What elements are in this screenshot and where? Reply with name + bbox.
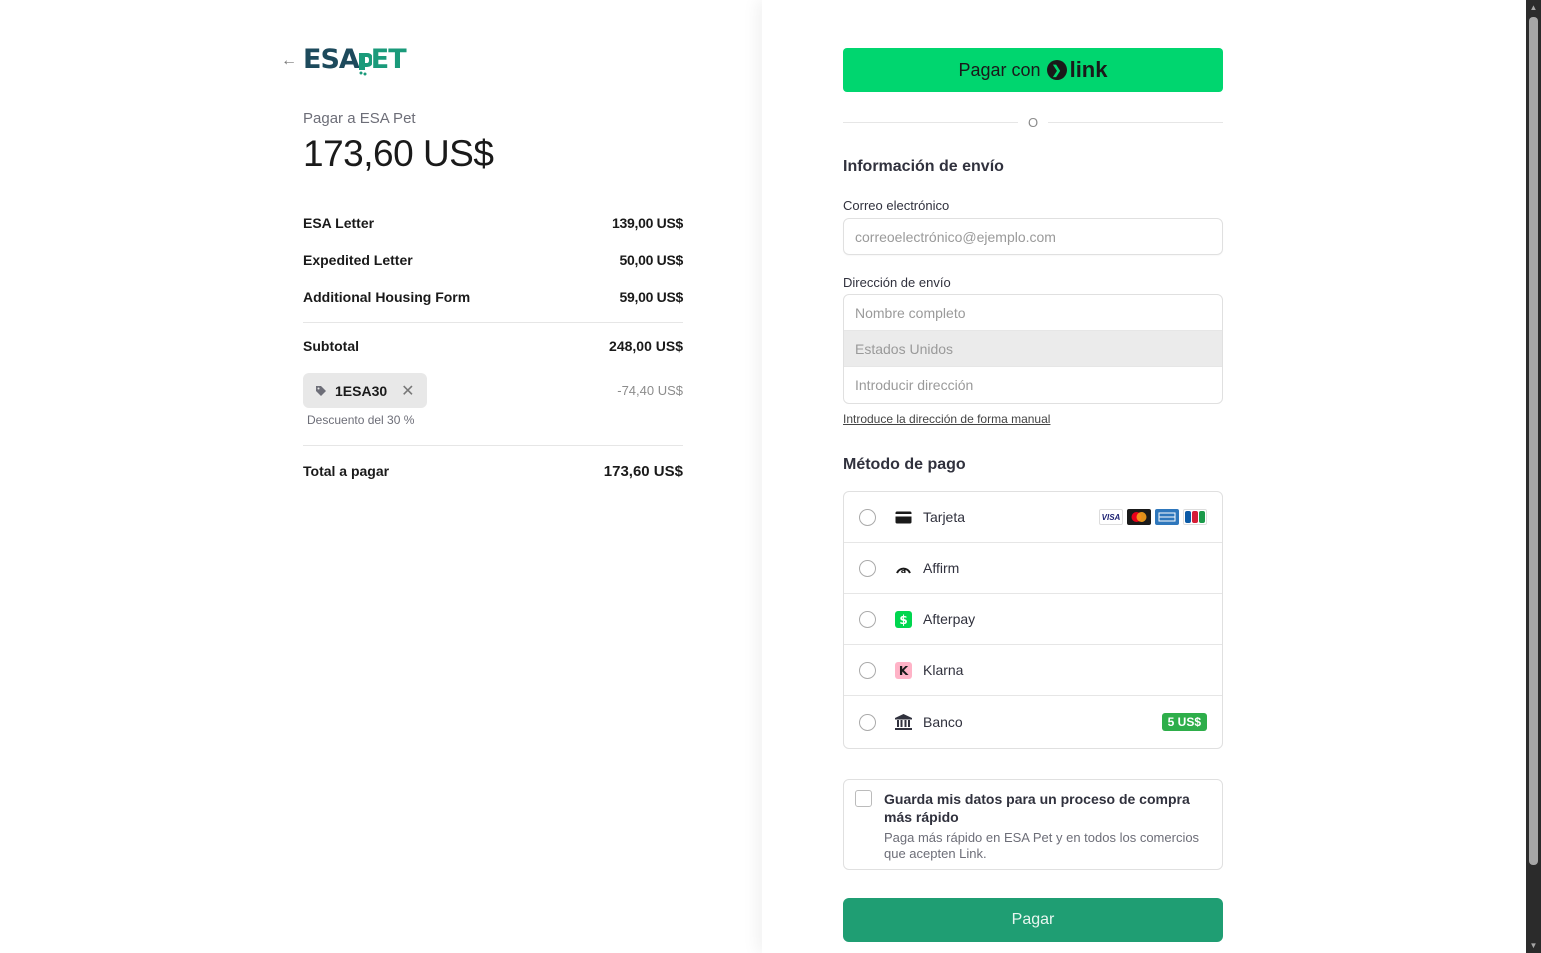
scroll-up-icon[interactable]: ▲ <box>1529 3 1538 12</box>
subtotal-label: Subtotal <box>303 338 359 354</box>
payment-methods-list: Tarjeta VISA a Affirm $ Afterpay K Klarn… <box>843 491 1223 749</box>
country-select[interactable]: Estados Unidos <box>844 331 1222 367</box>
or-line-right <box>1048 122 1223 123</box>
merchant-logo[interactable]: ESA ET <box>303 44 407 75</box>
promo-code-text: 1ESA30 <box>335 382 388 399</box>
promo-row: 1ESA30 ✕ -74,40 US$ <box>303 373 683 408</box>
promo-code-chip[interactable]: 1ESA30 ✕ <box>303 373 427 408</box>
promo-note: Descuento del 30 % <box>307 413 415 427</box>
subtotal-value: 248,00 US$ <box>609 338 683 354</box>
radio-button[interactable] <box>859 661 876 679</box>
payment-method-afterpay[interactable]: $ Afterpay <box>844 594 1222 645</box>
save-info-title: Guarda mis datos para un proceso de comp… <box>884 791 1190 825</box>
link-brand-text: link <box>1069 57 1108 82</box>
amex-icon <box>1155 509 1179 525</box>
line-item: ESA Letter 139,00 US$ <box>303 204 683 241</box>
total-amount: 173,60 US$ <box>303 133 494 174</box>
pay-with-link-button[interactable]: Pagar con ❯ link <box>843 48 1223 92</box>
save-info-description: Paga más rápido en ESA Pet y en todos lo… <box>884 830 1200 861</box>
address-group: Nombre completo Estados Unidos Introduci… <box>843 294 1223 404</box>
visa-icon: VISA <box>1099 509 1123 525</box>
tag-icon <box>316 385 326 396</box>
line-item-name: ESA Letter <box>303 214 375 231</box>
email-field[interactable]: correoelectrónico@ejemplo.com <box>843 218 1223 255</box>
logo-text-esa: ESA <box>303 44 360 75</box>
payment-method-label: Klarna <box>923 662 964 678</box>
payment-method-label: Affirm <box>923 560 960 576</box>
remove-promo-icon[interactable]: ✕ <box>401 381 414 401</box>
line-item-price: 59,00 US$ <box>619 288 684 305</box>
payment-method-label: Tarjeta <box>923 509 966 525</box>
total-row: Total a pagar 173,60 US$ <box>303 463 683 480</box>
logo-text-pet: ET <box>370 44 407 75</box>
klarna-icon: K <box>894 661 912 679</box>
svg-text:$: $ <box>899 613 907 627</box>
email-label: Correo electrónico <box>843 198 950 213</box>
pay-button[interactable]: Pagar <box>843 898 1223 942</box>
radio-button[interactable] <box>859 713 876 731</box>
payment-title: Método de pago <box>843 456 966 473</box>
address-field[interactable]: Introducir dirección <box>844 367 1222 403</box>
payment-method-klarna[interactable]: K Klarna <box>844 645 1222 696</box>
link-button-label: Pagar con <box>958 59 1041 80</box>
line-item-name: Additional Housing Form <box>303 288 471 305</box>
scroll-thumb[interactable] <box>1529 17 1538 865</box>
payment-method-affirm[interactable]: a Affirm <box>844 543 1222 594</box>
payment-method-label: Banco <box>923 714 963 730</box>
manual-address-link[interactable]: Introduce la dirección de forma manual <box>843 412 1050 426</box>
bank-discount-badge: 5 US$ <box>1161 713 1207 731</box>
affirm-icon: a <box>894 559 912 577</box>
or-line-left <box>843 122 1018 123</box>
total-label: Total a pagar <box>303 463 390 479</box>
jcb-icon <box>1183 509 1207 525</box>
total-value: 173,60 US$ <box>603 463 683 480</box>
radio-button[interactable] <box>859 610 876 628</box>
link-chevron-icon: ❯ <box>1046 60 1067 80</box>
pay-to-label: Pagar a ESA Pet <box>303 110 416 127</box>
scroll-down-icon[interactable]: ▼ <box>1529 941 1538 950</box>
radio-button[interactable] <box>859 508 876 526</box>
total-divider <box>303 445 683 446</box>
card-brands: VISA <box>1099 509 1207 525</box>
payment-method-bank[interactable]: Banco 5 US$ <box>844 696 1222 748</box>
payment-method-label: Afterpay <box>923 611 976 627</box>
line-item-name: Expedited Letter <box>303 251 413 268</box>
link-logo: ❯ link <box>1046 57 1108 83</box>
bank-icon <box>894 713 912 731</box>
or-divider: O <box>843 115 1223 130</box>
svg-text:K: K <box>898 664 908 678</box>
line-item-price: 139,00 US$ <box>612 214 683 231</box>
scrollbar[interactable]: ▲ ▼ <box>1526 0 1541 953</box>
line-items-list: ESA Letter 139,00 US$ Expedited Letter 5… <box>303 204 683 315</box>
address-label: Dirección de envío <box>843 275 951 290</box>
subtotal-row: Subtotal 248,00 US$ <box>303 338 683 354</box>
line-item-price: 50,00 US$ <box>619 251 684 268</box>
mastercard-icon <box>1127 509 1151 525</box>
full-name-field[interactable]: Nombre completo <box>844 295 1222 331</box>
credit-card-icon <box>894 508 912 526</box>
radio-button[interactable] <box>859 559 876 577</box>
payment-method-card[interactable]: Tarjeta VISA <box>844 492 1222 543</box>
svg-text:a: a <box>900 566 905 575</box>
paw-icon <box>358 50 372 75</box>
or-text: O <box>1027 115 1039 130</box>
back-arrow-icon[interactable]: ← <box>281 52 297 70</box>
line-item: Additional Housing Form 59,00 US$ <box>303 278 683 315</box>
save-info-box: Guarda mis datos para un proceso de comp… <box>843 779 1223 870</box>
line-item: Expedited Letter 50,00 US$ <box>303 241 683 278</box>
promo-discount: -74,40 US$ <box>617 383 683 398</box>
summary-divider <box>303 322 683 323</box>
afterpay-icon: $ <box>894 610 912 628</box>
save-info-checkbox[interactable] <box>855 790 872 807</box>
shipping-title: Información de envío <box>843 158 1004 175</box>
